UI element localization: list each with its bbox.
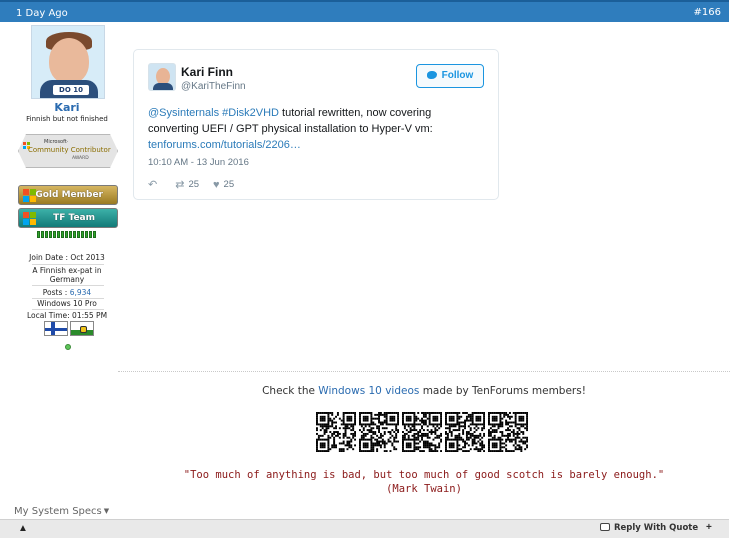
forum-post: 1 Day Ago #166 DO 10 Kari Finnish but no… — [0, 0, 750, 538]
avatar-badge: DO 10 — [53, 85, 89, 95]
finland-flag-icon — [44, 321, 68, 336]
post-count-link[interactable]: 6,934 — [70, 288, 91, 297]
post-date: 1 Day Ago — [16, 8, 68, 19]
reply-icon[interactable]: ↶ — [148, 178, 157, 191]
qr-code-icon[interactable] — [488, 412, 528, 452]
twitter-bird-icon — [426, 71, 437, 79]
report-warning-icon[interactable]: ▲ — [18, 523, 30, 535]
qr-codes — [316, 412, 530, 452]
tweet-timestamp[interactable]: 10:10 AM - 13 Jun 2016 — [148, 157, 249, 168]
signature-divider — [118, 371, 730, 372]
system-specs-toggle[interactable]: My System Specs ▼ — [14, 506, 109, 517]
qr-code-icon[interactable] — [316, 412, 356, 452]
tweet-hashtag-links[interactable]: @Sysinternals #Disk2VHD — [148, 107, 279, 119]
windows-10-videos-link[interactable]: Windows 10 videos — [318, 385, 419, 397]
user-info-panel: DO 10 Kari Finnish but not finished Micr… — [4, 22, 130, 358]
reputation-bar — [37, 231, 99, 238]
retweet-count: 25 — [188, 179, 200, 190]
tweet-url-link[interactable]: tenforums.com/tutorials/2206… — [148, 139, 301, 151]
local-time: Local Time: 01:55 PM — [26, 311, 108, 320]
tweet-author-name[interactable]: Kari Finn — [181, 65, 233, 79]
online-status-icon — [65, 344, 71, 350]
post-footer: ▲ Reply With Quote + — [0, 519, 729, 538]
caret-down-icon: ▼ — [103, 507, 110, 515]
reply-with-quote-button[interactable]: Reply With Quote — [600, 523, 698, 533]
multi-quote-button[interactable]: + — [706, 522, 712, 533]
post-header: 1 Day Ago #166 — [0, 0, 729, 22]
user-title: Finnish but not finished — [26, 115, 108, 123]
rank-badge-gold-member: Gold Member — [18, 185, 118, 205]
post-count: Posts : 6,934 — [42, 288, 92, 297]
username-link[interactable]: Kari — [4, 101, 130, 114]
qr-code-icon[interactable] — [402, 412, 442, 452]
location-line1: A Finnish ex-pat in — [32, 266, 102, 275]
operating-system: Windows 10 Pro — [37, 299, 97, 308]
join-date: Join Date : Oct 2013 — [29, 253, 105, 262]
rank-badge-tf-team: TF Team — [18, 208, 118, 228]
windows-logo-icon — [23, 212, 36, 225]
follow-button[interactable]: Follow — [416, 64, 484, 88]
saxony-flag-icon — [70, 321, 94, 336]
like-heart-icon[interactable]: ♥ — [213, 179, 220, 191]
avatar[interactable]: DO 10 — [31, 25, 105, 99]
tweet-author-handle[interactable]: @KariTheFinn — [181, 81, 246, 92]
location-line2: Germany — [49, 275, 85, 284]
tweet-text: @Sysinternals #Disk2VHD tutorial rewritt… — [148, 107, 433, 151]
windows-logo-icon — [23, 189, 36, 202]
qr-code-icon[interactable] — [359, 412, 399, 452]
tweet-avatar[interactable] — [148, 63, 176, 91]
embedded-tweet: Kari Finn @KariTheFinn Follow @Sysintern… — [133, 49, 499, 200]
quote-bubble-icon — [600, 523, 610, 531]
qr-code-icon[interactable] — [445, 412, 485, 452]
multi-quote-icon: + — [706, 522, 712, 533]
signature-quote: "Too much of anything is bad, but too mu… — [183, 469, 665, 495]
like-count: 25 — [223, 179, 235, 190]
tweet-actions: ↶ ⇄ 25 ♥ 25 — [148, 178, 235, 192]
post-number-link[interactable]: #166 — [694, 7, 721, 18]
signature-line: Check the Windows 10 videos made by TenF… — [262, 385, 586, 397]
mvp-award-badge: Microsoft· Community Contributor AWARD — [18, 134, 118, 168]
retweet-icon[interactable]: ⇄ — [175, 178, 184, 191]
